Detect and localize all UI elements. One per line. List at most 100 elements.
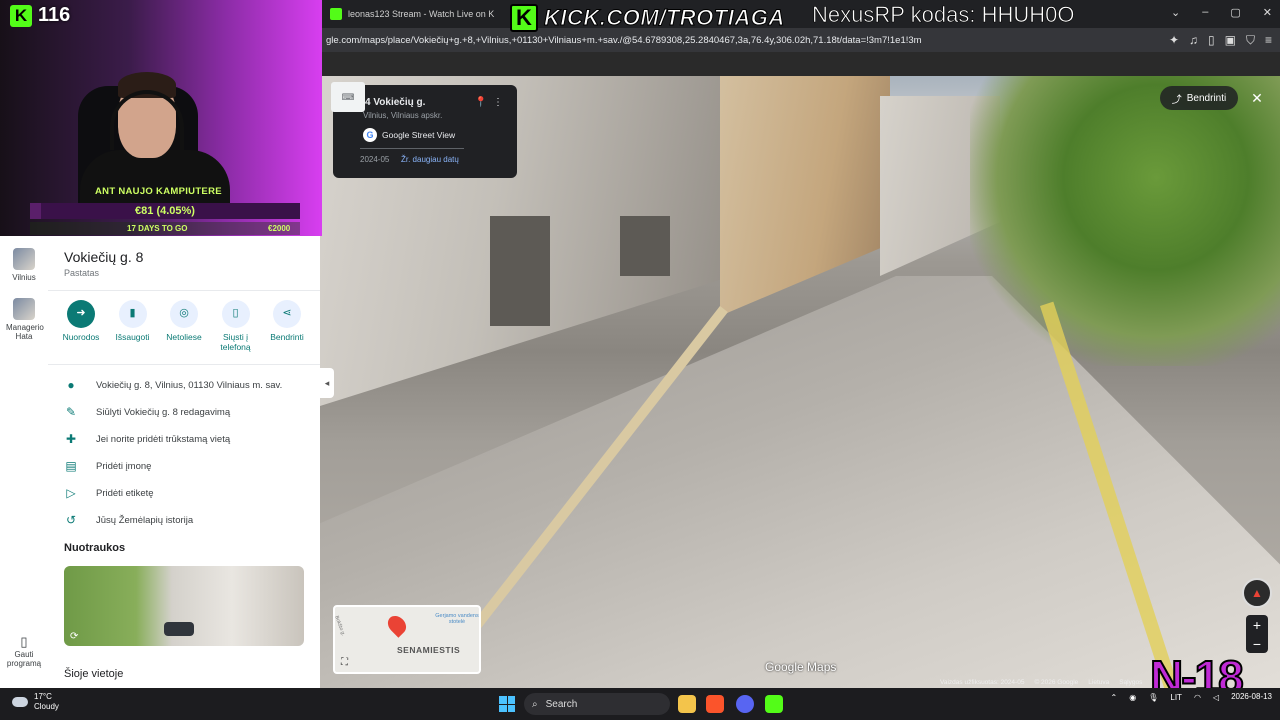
discord-icon[interactable] — [736, 695, 754, 713]
zoom-out-button[interactable]: − — [1253, 636, 1261, 652]
rail-label: Gauti programą — [6, 650, 42, 668]
more-dates-link[interactable]: Žr. daugiau datų — [401, 155, 459, 164]
more-vert-icon[interactable]: ⋮ — [493, 97, 503, 108]
compass-icon[interactable]: ▲ — [1242, 578, 1272, 608]
provider-label: Google Street View — [382, 130, 456, 140]
place-title: Vokiečių g. 8 — [64, 249, 144, 265]
zoom-in-button[interactable]: + — [1253, 617, 1261, 633]
rail-item-vilnius[interactable]: Vilnius — [6, 248, 42, 282]
browser-tabbar: leonas123 Stream - Watch Live on K ⌄ – ▢… — [322, 0, 1280, 28]
wifi-icon[interactable]: ◠ — [1194, 693, 1201, 702]
windows-start-icon[interactable] — [499, 696, 515, 712]
brave-icon[interactable] — [706, 695, 724, 713]
kick-icon — [330, 8, 342, 20]
row-text: Vokiečių g. 8, Vilnius, 01130 Vilniaus m… — [96, 379, 283, 391]
expand-icon[interactable]: ⛶ — [341, 657, 348, 668]
close-window-icon[interactable]: ✕ — [1263, 6, 1272, 19]
sv-subtitle: Vilnius, Vilniaus apskr. — [363, 111, 443, 120]
suggest-edit-row[interactable]: ✎ Siūlyti Vokiečių g. 8 redagavimą — [64, 405, 230, 419]
share-button[interactable]: ⤴ Bendrinti — [1160, 86, 1238, 110]
row-text: Pridėti etiketę — [96, 487, 154, 499]
action-label: Išsaugoti — [115, 332, 150, 342]
nearby-button[interactable]: ◎ Netoliese — [159, 300, 209, 352]
share-place-button[interactable]: ⋖ Bendrinti — [262, 300, 312, 352]
directions-button[interactable]: ➜ Nuorodos — [56, 300, 106, 352]
save-button[interactable]: ▮ Išsaugoti — [108, 300, 158, 352]
building-mid — [720, 76, 890, 316]
chevron-up-icon[interactable]: ⌃ — [1111, 693, 1118, 702]
add-missing-place-row[interactable]: ✚ Jei norite pridėti trūkstamą vietą — [64, 432, 230, 446]
menu-icon[interactable]: ≡ — [1265, 33, 1272, 48]
rail-item-get-app[interactable]: ▯ Gauti programą — [6, 634, 42, 668]
maps-history-row[interactable]: ↺ Jūsų Žemėlapių istorija — [64, 513, 193, 527]
kick-url: KICK.COM/TROTIAGA — [544, 5, 785, 31]
street-view-360-icon: ⟳ — [70, 631, 79, 642]
microphone-icon[interactable]: 🎙 — [1148, 693, 1158, 702]
goal-progress-bar: €81 (4.05%) — [30, 203, 300, 219]
shield-icon[interactable]: ⛉ — [1246, 33, 1255, 48]
location-pin-icon[interactable]: 📍 — [475, 97, 487, 108]
kick-icon: K — [10, 4, 32, 27]
bookmark-icon: ▮ — [118, 300, 147, 328]
weather-widget[interactable]: 17°C Cloudy — [12, 692, 59, 711]
row-text: Siūlyti Vokiečių g. 8 redagavimą — [96, 406, 231, 418]
taskbar-search[interactable]: ⌕ Search — [524, 693, 670, 715]
place-category: Pastatas — [64, 268, 100, 278]
volume-icon[interactable]: ◁ — [1213, 693, 1219, 702]
location-pin-icon — [384, 612, 410, 638]
history-icon: ↺ — [65, 513, 77, 527]
search-label: Search — [545, 698, 578, 710]
action-label: Nuorodos — [62, 332, 100, 342]
sidebar-icon[interactable]: ▯ — [1208, 33, 1215, 48]
send-to-phone-button[interactable]: ▯ Siųsti į telefoną — [211, 300, 261, 352]
chevron-down-icon[interactable]: ⌄ — [1171, 6, 1180, 19]
directions-icon: ➜ — [67, 300, 95, 328]
url-text[interactable]: gle.com/maps/place/Vokiečių+g.+8,+Vilniu… — [322, 35, 922, 46]
address-row[interactable]: ● Vokiečių g. 8, Vilnius, 01130 Vilniaus… — [64, 378, 282, 392]
minimap[interactable]: Bokšto g. Gerjamo vandens stotelė SENAMI… — [333, 605, 481, 674]
maximize-icon[interactable]: ▢ — [1230, 6, 1240, 19]
add-label-row[interactable]: ▷ Pridėti etiketę — [64, 486, 154, 500]
pin-icon: ● — [67, 378, 75, 392]
file-explorer-icon[interactable] — [678, 695, 696, 713]
divider — [48, 364, 320, 365]
nexus-code-text: NexusRP kodas: HHUH0O — [812, 2, 1075, 28]
google-icon: G — [363, 128, 377, 142]
language-indicator[interactable]: LIT — [1170, 693, 1182, 702]
temperature: 17°C — [34, 692, 52, 701]
browser-subbar — [322, 52, 1280, 76]
network-icon[interactable]: ◉ — [1129, 693, 1136, 702]
pencil-icon: ✎ — [65, 405, 77, 419]
window-controls: ⌄ – ▢ ✕ — [1171, 6, 1272, 19]
sv-provider: G Google Street View — [363, 128, 455, 142]
attribution: Vaizdas užfiksuotas: 2024-05 © 2026 Goog… — [940, 679, 1142, 686]
tab-kick-stream[interactable]: leonas123 Stream - Watch Live on K — [322, 3, 502, 25]
music-icon[interactable]: ♫ — [1189, 33, 1198, 48]
close-icon[interactable]: ✕ — [1247, 88, 1267, 108]
address-bar[interactable]: gle.com/maps/place/Vokiečių+g.+8,+Vilniu… — [322, 28, 1280, 52]
divider — [360, 148, 464, 149]
divider — [48, 290, 320, 291]
attribution-terms[interactable]: Sąlygos — [1119, 679, 1142, 686]
wallet-icon[interactable]: ▣ — [1225, 33, 1236, 48]
minimize-icon[interactable]: – — [1202, 6, 1208, 19]
attribution-country[interactable]: Lietuva — [1088, 679, 1109, 686]
attribution-copyright: © 2026 Google — [1034, 679, 1079, 686]
extensions-icon[interactable]: ✦ — [1169, 33, 1179, 48]
collapse-panel-button[interactable]: ◂ — [320, 368, 334, 398]
share-icon: ⤴ — [1171, 94, 1182, 106]
phone-icon: ▯ — [20, 634, 28, 649]
car — [164, 622, 194, 636]
place-photo[interactable]: ⟳ — [64, 566, 304, 646]
taskbar: 17°C Cloudy ⌕ Search ⌃ ◉ 🎙 LIT ◠ ◁ 2026-… — [0, 688, 1280, 720]
clock[interactable]: 2026-08-13 — [1231, 692, 1272, 702]
webcam-overlay: K 116 ANT NAUJO KAMPIUTERE €81 (4.05%) 1… — [0, 0, 322, 236]
kick-app-icon[interactable] — [765, 695, 783, 713]
sv-title: 4 Vokiečių g. — [365, 97, 426, 108]
rail-item-managerio-hata[interactable]: Managerio Hata — [6, 298, 44, 341]
trees — [970, 76, 1280, 366]
goal-title: ANT NAUJO KAMPIUTERE — [95, 186, 222, 197]
google-maps-logo: Google Maps — [765, 660, 837, 674]
add-business-row[interactable]: ▤ Pridėti įmonę — [64, 459, 151, 473]
keyboard-icon[interactable]: ⌨ — [331, 82, 365, 112]
